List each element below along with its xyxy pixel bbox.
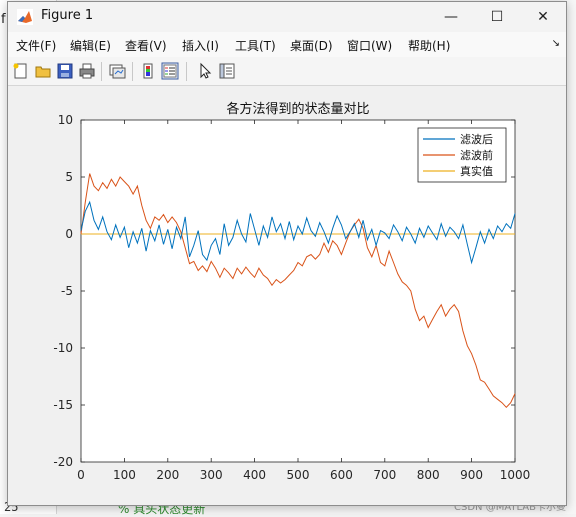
link-plot-icon[interactable] bbox=[108, 62, 126, 80]
toolbar bbox=[8, 57, 566, 86]
property-editor-icon[interactable] bbox=[218, 62, 236, 80]
menu-insert[interactable]: 插入(I) bbox=[182, 37, 219, 54]
minimize-icon: — bbox=[444, 9, 458, 25]
toolbar-separator bbox=[101, 62, 102, 81]
window-title: Figure 1 bbox=[41, 8, 94, 23]
matlab-icon bbox=[17, 9, 33, 25]
y-tick-label: 5 bbox=[65, 170, 73, 184]
x-tick-label: 600 bbox=[330, 468, 353, 482]
toolbar-separator bbox=[186, 62, 187, 81]
menu-desktop[interactable]: 桌面(D) bbox=[290, 37, 333, 54]
menu-tools[interactable]: 工具(T) bbox=[235, 37, 276, 54]
menu-file[interactable]: 文件(F) bbox=[16, 37, 56, 54]
y-tick-label: -10 bbox=[53, 341, 73, 355]
line-chart[interactable]: 0 100 200 300 400 500 600 700 800 900 1000 10 5 0 -5 -1… bbox=[8, 86, 566, 505]
menu-view[interactable]: 查看(V) bbox=[125, 37, 167, 54]
x-tick-label: 500 bbox=[287, 468, 310, 482]
x-tick-label: 700 bbox=[373, 468, 396, 482]
close-button[interactable]: ✕ bbox=[520, 2, 566, 32]
maximize-icon: ☐ bbox=[490, 9, 504, 25]
legend-icon[interactable] bbox=[161, 62, 179, 80]
minimize-button[interactable]: — bbox=[428, 2, 474, 32]
open-file-icon[interactable] bbox=[34, 62, 52, 80]
chart-title: 各方法得到的状态量对比 bbox=[226, 101, 369, 117]
y-tick-label: -5 bbox=[61, 284, 73, 298]
figure-canvas: 0 100 200 300 400 500 600 700 800 900 1000 10 5 0 -5 -1… bbox=[8, 86, 566, 505]
menubar-overflow-icon[interactable]: ↘ bbox=[552, 38, 560, 49]
toolbar-separator bbox=[132, 62, 133, 81]
x-tick-label: 1000 bbox=[500, 468, 531, 482]
editor-text-fragment: f bbox=[1, 12, 6, 27]
x-tick-label: 200 bbox=[156, 468, 179, 482]
colorbar-icon[interactable] bbox=[139, 62, 157, 80]
legend-label: 滤波后 bbox=[460, 133, 493, 146]
y-tick-label: 10 bbox=[58, 113, 73, 127]
maximize-button[interactable]: ☐ bbox=[474, 2, 520, 32]
legend-label: 滤波前 bbox=[460, 148, 493, 162]
x-tick-label: 900 bbox=[460, 468, 483, 482]
x-tick-label: 0 bbox=[77, 468, 85, 482]
figure-window: Figure 1 — ☐ ✕ 文件(F) 编辑(E) 查看(V) 插入(I) 工… bbox=[7, 1, 567, 506]
y-tick-label: -15 bbox=[53, 398, 73, 412]
save-icon[interactable] bbox=[56, 62, 74, 80]
x-tick-label: 300 bbox=[200, 468, 223, 482]
x-tick-label: 400 bbox=[243, 468, 266, 482]
new-figure-icon[interactable] bbox=[12, 62, 30, 80]
x-tick-label: 800 bbox=[417, 468, 440, 482]
x-tick-label: 100 bbox=[113, 468, 136, 482]
print-icon[interactable] bbox=[78, 62, 96, 80]
menu-edit[interactable]: 编辑(E) bbox=[70, 37, 111, 54]
close-icon: ✕ bbox=[537, 9, 549, 25]
legend-label: 真实值 bbox=[460, 164, 493, 178]
y-tick-label: -20 bbox=[53, 455, 73, 469]
y-tick-label: 0 bbox=[65, 227, 73, 241]
select-arrow-icon[interactable] bbox=[196, 62, 214, 80]
title-bar[interactable]: Figure 1 — ☐ ✕ bbox=[8, 2, 566, 32]
menu-help[interactable]: 帮助(H) bbox=[408, 37, 450, 54]
menu-window[interactable]: 窗口(W) bbox=[347, 37, 392, 54]
menu-bar: 文件(F) 编辑(E) 查看(V) 插入(I) 工具(T) 桌面(D) 窗口(W… bbox=[8, 32, 566, 57]
